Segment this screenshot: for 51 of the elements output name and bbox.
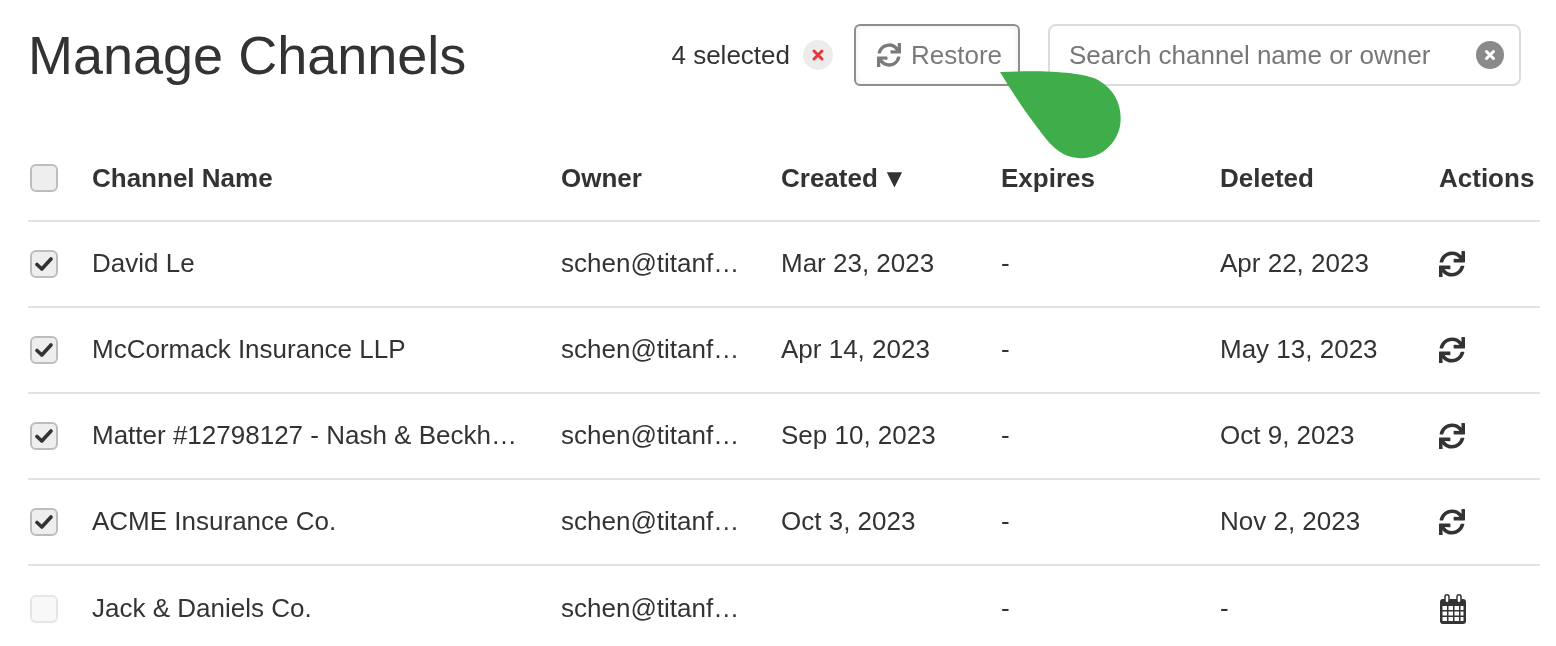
- channel-name: ACME Insurance Co.: [92, 505, 337, 536]
- clear-selection-icon[interactable]: [803, 40, 833, 70]
- owner-email: schen@titanf…: [561, 247, 740, 278]
- checkmark-icon: [35, 514, 53, 530]
- channel-name: Jack & Daniels Co.: [92, 592, 312, 623]
- created-date: Apr 14, 2023: [781, 333, 930, 364]
- created-date: Mar 23, 2023: [781, 247, 935, 278]
- created-date: Oct 3, 2023: [781, 505, 916, 536]
- deleted-date: Apr 22, 2023: [1220, 247, 1369, 278]
- expires-date: -: [1001, 505, 1010, 536]
- column-header: Expires: [1001, 165, 1095, 191]
- calendar-icon[interactable]: [1439, 594, 1467, 624]
- expires-date: -: [1001, 333, 1010, 364]
- select-all-checkbox[interactable]: [30, 164, 58, 192]
- refresh-icon[interactable]: [1439, 251, 1465, 277]
- column-header: Owner: [561, 165, 642, 191]
- channel-name: David Le: [92, 247, 195, 278]
- deleted-date: May 13, 2023: [1220, 333, 1378, 364]
- expires-date: -: [1001, 247, 1010, 278]
- channel-name: Matter #12798127 - Nash & Beckh…: [92, 419, 517, 450]
- deleted-date: Nov 2, 2023: [1220, 505, 1361, 536]
- checkmark-icon: [35, 256, 53, 272]
- checkmark-icon: [35, 428, 53, 444]
- column-header: Created: [781, 165, 878, 191]
- deleted-date: -: [1220, 592, 1229, 623]
- deleted-date: Oct 9, 2023: [1220, 419, 1355, 450]
- owner-email: schen@titanf…: [561, 505, 740, 536]
- refresh-icon[interactable]: [1439, 423, 1465, 449]
- row-checkbox[interactable]: [30, 508, 58, 536]
- owner-email: schen@titanf…: [561, 592, 740, 623]
- restore-button[interactable]: Restore: [854, 24, 1020, 86]
- checkmark-icon: [35, 342, 53, 358]
- expires-date: -: [1001, 592, 1010, 623]
- owner-email: schen@titanf…: [561, 333, 740, 364]
- clear-search-icon[interactable]: [1476, 41, 1504, 69]
- selection-count: 4 selected: [671, 42, 790, 68]
- row-checkbox[interactable]: [30, 422, 58, 450]
- sort-indicator: ▼: [886, 168, 903, 188]
- row-checkbox[interactable]: [30, 336, 58, 364]
- column-header: Actions: [1439, 165, 1535, 191]
- refresh-icon: [877, 43, 901, 67]
- refresh-icon[interactable]: [1439, 509, 1465, 535]
- search-field[interactable]: Search channel name or owner: [1048, 24, 1521, 86]
- expires-date: -: [1001, 419, 1010, 450]
- row-checkbox[interactable]: [30, 250, 58, 278]
- channel-name: McCormack Insurance LLP: [92, 333, 406, 364]
- created-date: Sep 10, 2023: [781, 419, 936, 450]
- column-header: Deleted: [1220, 165, 1314, 191]
- refresh-icon[interactable]: [1439, 337, 1465, 363]
- owner-email: schen@titanf…: [561, 419, 740, 450]
- column-header: Channel Name: [92, 165, 273, 191]
